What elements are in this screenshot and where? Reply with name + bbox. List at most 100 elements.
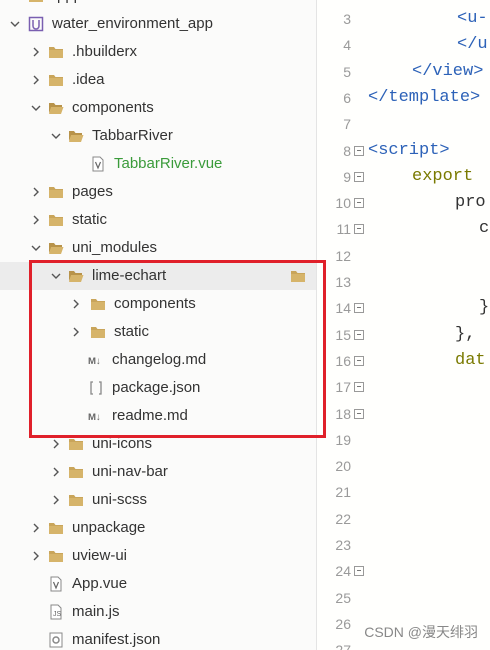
tree-item-label: water_environment_app	[52, 15, 213, 32]
watermark: CSDN @漫天绯羽	[364, 624, 478, 640]
fold-toggle-icon[interactable]	[354, 408, 364, 419]
tree-row--idea[interactable]: .idea	[0, 66, 316, 94]
code-line: c	[479, 219, 490, 239]
tree-row-readme-md[interactable]: M↓ readme.md	[0, 402, 316, 430]
line-number: 11	[336, 221, 351, 238]
chevron-right-icon[interactable]	[30, 186, 42, 198]
tree-row-uview-ui[interactable]: uview-ui	[0, 542, 316, 570]
tree-row-main-js[interactable]: JS main.js	[0, 598, 316, 626]
tree-row-water-environment-app[interactable]: water_environment_app	[0, 10, 316, 38]
tree-item-label: components	[114, 295, 196, 312]
chevron-right-icon[interactable]	[30, 46, 42, 58]
fold-toggle-icon[interactable]	[354, 171, 364, 182]
line-number: 20	[335, 458, 351, 475]
fold-toggle-icon[interactable]	[354, 145, 364, 156]
tree-row-app-vue[interactable]: App.vue	[0, 570, 316, 598]
tree-row--hbuilderx[interactable]: .hbuilderx	[0, 38, 316, 66]
fold-toggle-icon[interactable]	[354, 382, 364, 393]
svg-text:M↓: M↓	[88, 412, 101, 423]
file-explorer: qqq water_environment_app .hbuilderx .idea c…	[0, 0, 316, 650]
code-line: <u-	[457, 9, 488, 28]
chevron-right-icon[interactable]	[70, 298, 82, 310]
tree-item-label: manifest.json	[72, 631, 161, 648]
tree-row-pages[interactable]: pages	[0, 178, 316, 206]
tree-row-partial[interactable]: qqq	[0, 0, 316, 10]
folder-icon	[90, 324, 106, 340]
chevron-right-icon[interactable]	[30, 214, 42, 226]
tree-item-label: readme.md	[112, 407, 188, 424]
line-number: 27	[317, 641, 351, 650]
chevron-down-icon[interactable]	[30, 102, 42, 114]
tree-row-components[interactable]: components	[0, 290, 316, 318]
folder-icon	[48, 184, 64, 200]
tree-item-label: TabbarRiver.vue	[114, 155, 223, 172]
tree-item-label: App.vue	[72, 575, 128, 592]
code-editor[interactable]: 3 4 5 6 7 8 9 10 11 12 13 14 15 16 17 18 19 20 21 22 23 24 25 2…	[317, 0, 490, 650]
tree-row-tabbarriver-vue[interactable]: TabbarRiver.vue	[0, 150, 316, 178]
manifest-file-icon	[48, 632, 64, 648]
code-line: </u	[457, 35, 488, 55]
vue-file-icon	[90, 156, 106, 172]
chevron-down-icon[interactable]	[9, 18, 21, 30]
folder-icon	[68, 464, 84, 480]
tree-item-label: qqq	[52, 0, 77, 5]
tree-row-components[interactable]: components	[0, 94, 316, 122]
folder-open-icon	[68, 268, 84, 284]
tree-row-lime-echart[interactable]: lime-echart	[0, 262, 316, 290]
code-line: </view>	[412, 61, 484, 81]
tree-row-manifest-json[interactable]: manifest.json	[0, 626, 316, 650]
line-number: 8	[343, 142, 351, 159]
folder-action-icon[interactable]	[290, 268, 306, 284]
chevron-right-icon[interactable]	[30, 550, 42, 562]
chevron-right-icon[interactable]	[50, 466, 62, 478]
tree-item-label: unpackage	[72, 519, 146, 536]
tree-row-static[interactable]: static	[0, 318, 316, 346]
line-number: 26	[335, 615, 351, 632]
markdown-file-icon: M↓	[88, 408, 104, 424]
tree-row-uni-icons[interactable]: uni-icons	[0, 430, 316, 458]
js-file-icon: JS	[48, 604, 64, 620]
line-number: 25	[335, 589, 351, 606]
chevron-down-icon[interactable]	[50, 270, 62, 282]
chevron-down-icon[interactable]	[30, 242, 42, 254]
json-file-icon	[88, 380, 104, 396]
line-number-gutter: 3 4 5 6 7 8 9 10 11 12 13 14 15 16 17 18 19 20 21 22 23 24 25 2…	[317, 0, 364, 650]
tree-row-unpackage[interactable]: unpackage	[0, 514, 316, 542]
tree-item-label: uni-icons	[92, 435, 153, 452]
line-number: 10	[335, 195, 351, 212]
fold-toggle-icon[interactable]	[354, 355, 364, 366]
tree-item-label: TabbarRiver	[92, 127, 173, 144]
tree-row-uni-nav-bar[interactable]: uni-nav-bar	[0, 458, 316, 486]
tree-item-label: static	[72, 211, 108, 228]
tree-item-label: .hbuilderx	[72, 43, 138, 60]
fold-toggle-icon[interactable]	[354, 224, 364, 235]
tree-row-changelog-md[interactable]: M↓ changelog.md	[0, 346, 316, 374]
line-number: 4	[343, 37, 351, 54]
fold-toggle-icon[interactable]	[354, 198, 364, 209]
chevron-right-icon[interactable]	[30, 74, 42, 86]
tree-row-uni-modules[interactable]: uni_modules	[0, 234, 316, 262]
tree-item-label: uni-scss	[92, 491, 148, 508]
fold-toggle-icon[interactable]	[354, 566, 364, 577]
fold-toggle-icon[interactable]	[354, 329, 364, 340]
line-number: 3	[343, 11, 351, 27]
chevron-right-icon[interactable]	[30, 522, 42, 534]
chevron-right-icon[interactable]	[70, 326, 82, 338]
chevron-right-icon[interactable]	[50, 438, 62, 450]
line-number: 13	[335, 274, 351, 290]
code-line: }	[479, 298, 490, 318]
tree-row-static[interactable]: static	[0, 206, 316, 234]
tree-row-package-json[interactable]: package.json	[0, 374, 316, 402]
line-number: 22	[335, 510, 351, 527]
code-line: pro	[455, 193, 486, 213]
chevron-right-icon[interactable]	[50, 494, 62, 506]
line-number: 9	[343, 168, 351, 185]
line-number: 21	[335, 484, 351, 501]
code-line: </template>	[368, 87, 481, 107]
folder-icon	[28, 0, 44, 4]
chevron-down-icon[interactable]	[50, 130, 62, 142]
tree-row-tabbarriver[interactable]: TabbarRiver	[0, 122, 316, 150]
folder-open-icon	[48, 100, 64, 116]
tree-row-uni-scss[interactable]: uni-scss	[0, 486, 316, 514]
fold-toggle-icon[interactable]	[354, 303, 364, 314]
